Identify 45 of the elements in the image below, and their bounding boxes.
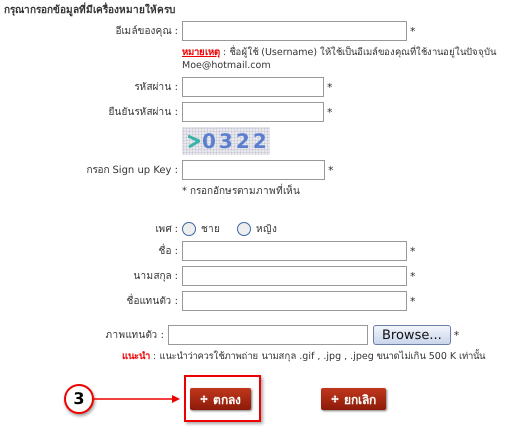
note-text: : ชื่อผู้ใช้ (Username) ให้ใช้เป็นอีเมล์ของคุณที่ใช้งานอยู่ในปัจจุบัน (223, 47, 496, 58)
signup-key-input[interactable] (182, 160, 325, 180)
note-label: หมายเหตุ (182, 47, 220, 58)
radio-button[interactable] (182, 222, 196, 236)
captcha-image: 0322 (182, 127, 270, 155)
browse-button[interactable]: Browse... (373, 325, 451, 345)
file-input[interactable] (168, 325, 368, 345)
radio-label: ชาย (201, 222, 220, 236)
move-icon (200, 395, 208, 403)
field-label: เพศ : (154, 222, 178, 236)
password-input[interactable] (182, 77, 324, 97)
field-label: ภาพแทนตัว : (104, 328, 164, 342)
text-input[interactable] (182, 291, 407, 311)
field-label: ชื่อแทนตัว : (125, 294, 178, 308)
field-label: นามสกุล : (132, 270, 178, 282)
advice-text: : แนะนำว่าควรใช้ภาพถ่าย นามสกุล .gif , .jpg , .jpeg ขนาดไม่เกิน 500 K เท่านั้น (153, 351, 486, 362)
form-heading: กรุณากรอกข้อมูลที่มีเครื่องหมายให้ครบ (4, 4, 531, 17)
arrow-icon (94, 394, 180, 404)
field-label: ชื่อ : (157, 244, 178, 258)
move-icon (331, 395, 339, 403)
field-label: อีเมล์ของคุณ : (114, 24, 178, 38)
field-label: กรอก Sign up Key : (85, 164, 178, 176)
required-mark: * (328, 164, 334, 176)
email-input[interactable] (182, 21, 407, 41)
form-button[interactable]: ยกเลิก (321, 388, 386, 410)
password-input[interactable] (182, 102, 324, 122)
text-input[interactable] (182, 241, 407, 261)
step-number: 3 (64, 384, 94, 414)
field-label: ยืนยันรหัสผ่าน : (107, 106, 178, 118)
required-mark: * (327, 106, 332, 118)
example-text: Moe@hotmail.com (182, 59, 272, 72)
required-mark: * (410, 294, 416, 308)
radio-label: หญิง (256, 222, 277, 236)
chevron-icon (188, 134, 200, 148)
required-mark: * (410, 24, 416, 38)
required-mark: * (454, 328, 460, 342)
required-mark: * (410, 270, 416, 282)
advice-label: แนะนำ (122, 351, 150, 362)
field-label: รหัสผ่าน : (133, 80, 178, 94)
radio-button[interactable] (237, 222, 251, 236)
hint-text: * กรอกอักษรตามภาพที่เห็น (182, 185, 531, 198)
required-mark: * (410, 244, 416, 258)
text-input[interactable] (182, 266, 407, 286)
form-button[interactable]: ตกลง (190, 388, 251, 410)
required-mark: * (327, 80, 332, 94)
